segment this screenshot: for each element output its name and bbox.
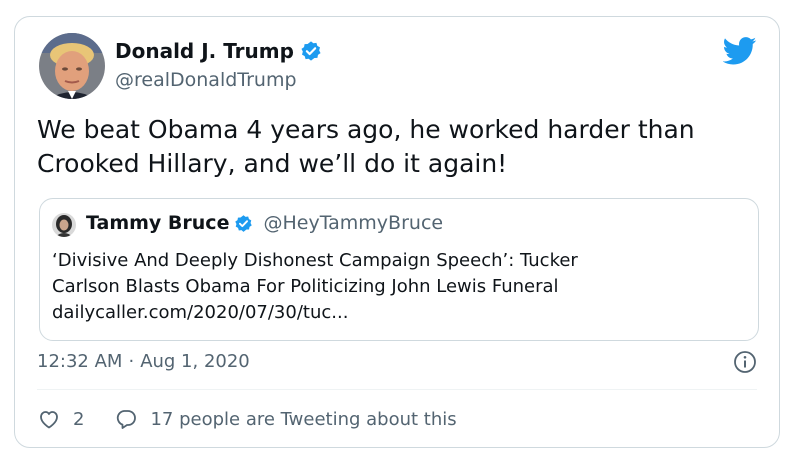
verified-badge-icon [300,40,322,62]
tweeting-about-text: 17 people are Tweeting about this [150,408,457,430]
quoted-tweet[interactable]: Tammy Bruce @HeyTammyBruce ‘Divisive And… [39,198,759,341]
twitter-bird-icon[interactable] [722,37,757,65]
avatar[interactable] [39,33,105,99]
avatar-image [39,33,105,99]
quoted-text: ‘Divisive And Deeply Dishonest Campaign … [52,248,742,326]
quoted-link[interactable]: dailycaller.com/2020/07/30/tuc... [52,300,742,326]
tweet-time[interactable]: 12:32 AM [37,351,122,372]
author-name-row: Donald J. Trump [115,39,322,63]
tweet-date[interactable]: Aug 1, 2020 [140,351,250,372]
author-name[interactable]: Donald J. Trump [115,39,294,63]
like-button[interactable]: 2 [37,407,84,431]
quoted-author-handle[interactable]: @HeyTammyBruce [263,212,443,234]
action-bar: 2 17 people are Tweeting about this [37,407,457,431]
author-handle[interactable]: @realDonaldTrump [115,69,297,91]
quoted-avatar-image [52,213,76,237]
quoted-text-line: ‘Divisive And Deeply Dishonest Campaign … [52,250,578,271]
tweet-text: We beat Obama 4 years ago, he worked har… [37,115,695,178]
quoted-author-row: Tammy Bruce @HeyTammyBruce [86,212,443,234]
quoted-avatar[interactable] [52,213,76,237]
tweet-meta: 12:32 AM · Aug 1, 2020 [37,351,250,372]
divider [37,389,757,390]
like-count: 2 [73,408,85,430]
speech-bubble-icon [117,410,137,429]
meta-separator: · [128,351,135,372]
tweet-card[interactable]: Donald J. Trump @realDonaldTrump We beat… [14,16,780,448]
tweeting-about-button[interactable]: 17 people are Tweeting about this [114,407,457,431]
heart-icon [40,411,58,429]
quoted-text-line: Carlson Blasts Obama For Politicizing Jo… [52,276,559,297]
verified-badge-icon [234,214,253,233]
quoted-author-name[interactable]: Tammy Bruce [86,212,229,234]
info-icon[interactable] [733,350,757,374]
